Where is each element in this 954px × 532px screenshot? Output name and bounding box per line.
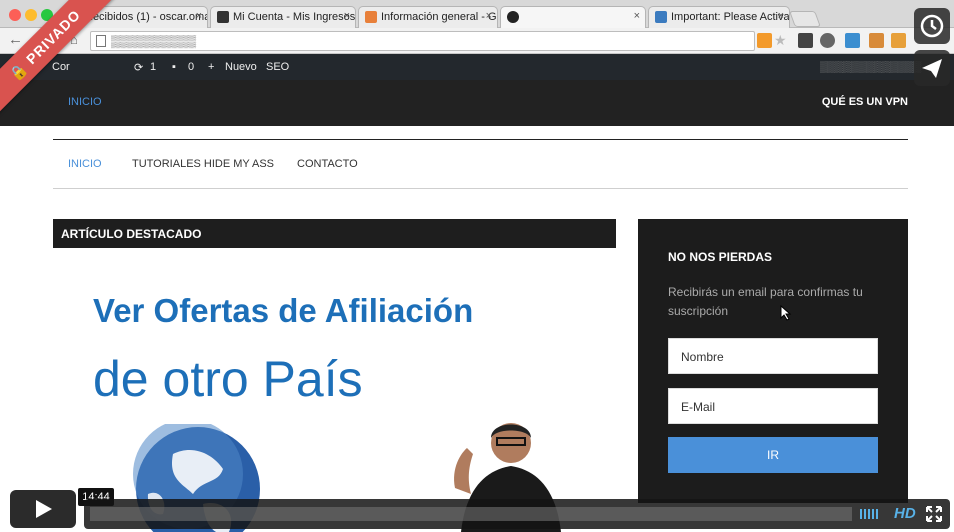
video-controls: HD [84, 499, 950, 529]
paper-plane-icon [922, 59, 942, 78]
close-window-button[interactable] [9, 9, 21, 21]
widget-title: NO NOS PIERDAS [668, 250, 773, 264]
comments-icon[interactable]: ▪ [172, 61, 176, 73]
updates-icon[interactable]: ⟳ [134, 61, 143, 74]
mail-icon [655, 11, 667, 23]
featured-heading: ARTÍCULO DESTACADO [61, 227, 202, 241]
header-vpn-link[interactable]: QUÉ ES UN VPN [822, 96, 908, 108]
g-site-icon [217, 11, 229, 23]
tab-mi-cuenta[interactable]: Mi Cuenta - Mis Ingresos × [210, 6, 356, 28]
tab-label: Información general - Goog [381, 11, 497, 23]
clock-icon [920, 14, 944, 38]
analytics-ext-icon[interactable] [891, 33, 906, 48]
browser-toolbar: ← → ⌂ ▒▒▒▒▒▒▒▒▒▒ ★ [0, 28, 954, 54]
share-button[interactable] [914, 50, 950, 86]
user-account-link[interactable]: ▒▒▒▒▒▒▒▒▒▒▒▒▒ [820, 61, 921, 73]
browser-tabstrip: Recibidos (1) - oscar.omar × Mi Cuenta -… [0, 0, 954, 28]
site-header: INICIO QUÉ ES UN VPN [0, 80, 954, 126]
nav-item-inicio[interactable]: INICIO [68, 158, 102, 170]
page-icon [96, 35, 106, 47]
tab-analytics[interactable]: Información general - Goog × [358, 6, 498, 28]
tab-current[interactable]: × [500, 6, 646, 28]
play-icon [36, 500, 52, 518]
site-name-link[interactable]: Cor [52, 61, 70, 73]
widget-description: Recibirás un email para confirmas tu sus… [668, 285, 863, 318]
evernote-icon[interactable] [820, 33, 835, 48]
site-icon [507, 11, 519, 23]
tab-close-icon[interactable]: × [778, 10, 784, 22]
rss-icon[interactable] [757, 33, 772, 48]
email-field[interactable]: E-Mail [668, 388, 878, 424]
nav-item-contacto[interactable]: CONTACTO [297, 158, 358, 170]
extension-icon[interactable] [869, 33, 884, 48]
star-icon[interactable]: ★ [774, 33, 789, 48]
new-tab-button[interactable] [789, 11, 821, 27]
main-nav: INICIO TUTORIALES HIDE MY ASS CONTACTO [53, 139, 908, 189]
header-home-link[interactable]: INICIO [68, 96, 102, 108]
volume-icon[interactable] [860, 507, 884, 521]
back-arrow-icon[interactable]: ← [8, 32, 23, 48]
extension-icon[interactable] [798, 33, 813, 48]
tab-important[interactable]: Important: Please Activate × [648, 6, 790, 28]
seo-link[interactable]: SEO [266, 61, 289, 73]
featured-headline-1: Ver Ofertas de Afiliación [93, 292, 474, 329]
newsletter-widget: NO NOS PIERDAS Recibirás un email para c… [638, 219, 908, 503]
analytics-icon [365, 11, 377, 23]
hd-toggle[interactable]: HD [894, 505, 916, 522]
submit-button[interactable]: IR [668, 437, 878, 473]
tab-close-icon[interactable]: × [196, 10, 202, 22]
tab-label: Important: Please Activate [671, 11, 790, 23]
new-content-link[interactable]: Nuevo [225, 61, 257, 73]
name-field[interactable]: Nombre [668, 338, 878, 374]
url-text: ▒▒▒▒▒▒▒▒▒▒ [111, 34, 197, 48]
tab-close-icon[interactable]: × [634, 10, 640, 22]
featured-heading-bar: ARTÍCULO DESTACADO [53, 219, 616, 248]
minimize-window-button[interactable] [25, 9, 37, 21]
watch-later-button[interactable] [914, 8, 950, 44]
fullscreen-icon[interactable] [926, 506, 942, 522]
screenshot-icon[interactable] [845, 33, 860, 48]
mouse-cursor-icon [780, 305, 792, 321]
tab-label: Mi Cuenta - Mis Ingresos [233, 11, 356, 23]
screen: Recibidos (1) - oscar.omar × Mi Cuenta -… [0, 0, 954, 532]
tab-label: Recibidos (1) - oscar.omar [85, 11, 208, 23]
nav-item-tutoriales[interactable]: TUTORIALES HIDE MY ASS [132, 158, 274, 170]
wp-admin-bar: Ⓦ Cor ⟳ 1 ▪ 0 + Nuevo SEO ▒▒▒▒▒▒▒▒▒▒▒▒▒ [0, 54, 954, 80]
video-scrub-bar[interactable] [90, 507, 852, 521]
address-bar[interactable]: ▒▒▒▒▒▒▒▒▒▒ [90, 31, 755, 51]
featured-headline-2: de otro País [93, 351, 363, 407]
tab-close-icon[interactable]: × [486, 10, 492, 22]
tab-close-icon[interactable]: × [344, 10, 350, 22]
play-button[interactable] [10, 490, 76, 528]
plus-icon[interactable]: + [208, 61, 214, 73]
featured-image[interactable]: Ver Ofertas de Afiliación de otro País [53, 248, 616, 532]
updates-count[interactable]: 1 [150, 61, 156, 73]
comments-count[interactable]: 0 [188, 61, 194, 73]
